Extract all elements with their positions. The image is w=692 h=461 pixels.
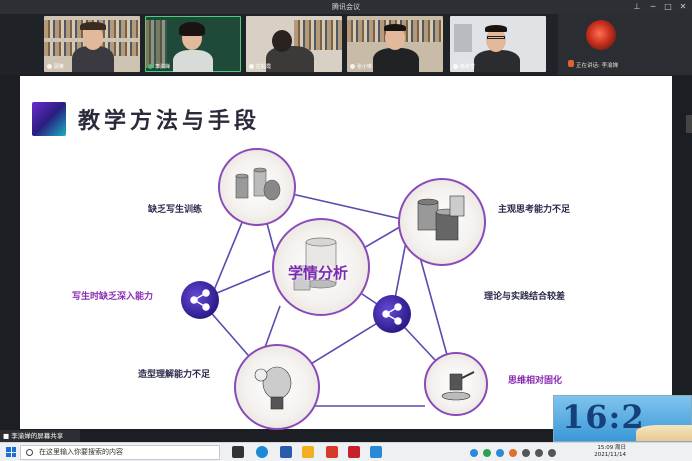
side-scroll-handle[interactable] [686, 115, 692, 133]
screen-share-icon: ■ [3, 432, 12, 440]
tray-icon[interactable] [470, 448, 478, 457]
taskbar-clock[interactable]: 15:09 周日 2021/11/14 [586, 445, 626, 459]
share-node-left [181, 281, 219, 319]
tray-icon[interactable] [483, 448, 491, 457]
tray-icon[interactable] [522, 448, 530, 457]
shared-slide: 教学方法与手段 学情分析 缺乏写生训练 主观思考能力不足 写生时缺乏深入能力 理… [20, 76, 672, 430]
edge-icon[interactable] [256, 446, 268, 458]
speaker-avatar [586, 20, 616, 50]
participant-tile[interactable]: 顾某 [44, 16, 140, 72]
mic-icon [568, 60, 574, 67]
task-view-icon[interactable] [232, 446, 244, 458]
taskbar: 在这里输入你要搜索的内容 15:09 周日 2021/11/14 [0, 442, 692, 461]
system-tray[interactable] [470, 445, 556, 460]
participant-name: 李渝婵 [148, 63, 170, 70]
label-top-right: 主观思考能力不足 [498, 205, 571, 215]
tray-icon[interactable] [496, 448, 504, 457]
office-icon[interactable] [326, 446, 338, 458]
participant-name: 顾某 [47, 63, 64, 70]
center-label: 学情分析 [288, 264, 349, 282]
close-icon[interactable]: ✕ [676, 0, 690, 14]
screen-share-banner[interactable]: ■ 李渝婵的屏幕共享 [0, 430, 80, 442]
participant-name: 庄彩霞 [249, 63, 271, 70]
label-bottom-left: 造型理解能力不足 [138, 370, 211, 380]
window-titlebar: 腾讯会议 ⊥ ─ □ ✕ [0, 0, 692, 14]
participant-name: 张小琳 [350, 63, 372, 70]
participant-tile[interactable]: 韩俊雪 [450, 16, 546, 72]
maximize-icon[interactable]: □ [661, 0, 675, 14]
label-left: 写生时缺乏深入能力 [72, 292, 154, 302]
node-image-top-left [218, 148, 296, 226]
active-speaker-panel[interactable]: 正在讲话: 李渝婵 [558, 14, 692, 75]
speaking-label: 正在讲话: 李渝婵 [576, 63, 619, 69]
widget-time: 16:2 [562, 398, 645, 436]
file-explorer-icon[interactable] [302, 446, 314, 458]
wps-icon[interactable] [348, 446, 360, 458]
pin-icon[interactable]: ⊥ [630, 0, 644, 14]
node-image-top-right [398, 178, 486, 266]
participant-name: 韩俊雪 [453, 63, 475, 70]
desktop-clock-widget[interactable]: 16:2 [553, 395, 692, 442]
clock-date: 2021/11/14 [594, 452, 626, 458]
node-image-bottom-left [234, 344, 320, 430]
participant-tile[interactable]: 庄彩霞 [246, 16, 342, 72]
volume-icon[interactable] [548, 448, 556, 457]
minimize-icon[interactable]: ─ [646, 0, 660, 14]
share-node-right [373, 295, 411, 333]
network-icon[interactable] [535, 448, 543, 457]
participant-tile[interactable]: 李渝婵 [145, 16, 241, 72]
tray-icon[interactable] [509, 448, 517, 457]
taskbar-search-input[interactable]: 在这里输入你要搜索的内容 [20, 445, 220, 460]
clock-time: 15:09 周日 [597, 445, 626, 451]
label-top-left: 缺乏写生训练 [148, 205, 203, 215]
label-right: 理论与实践结合较差 [484, 292, 566, 302]
meeting-app-icon[interactable] [370, 446, 382, 458]
start-button[interactable] [6, 447, 16, 457]
label-bottom-right: 思维相对固化 [508, 376, 563, 386]
participant-tile[interactable]: 张小琳 [347, 16, 443, 72]
node-image-bottom-right [424, 352, 488, 416]
window-title: 腾讯会议 [332, 3, 360, 11]
app-icon[interactable] [280, 446, 292, 458]
search-icon [26, 449, 33, 456]
